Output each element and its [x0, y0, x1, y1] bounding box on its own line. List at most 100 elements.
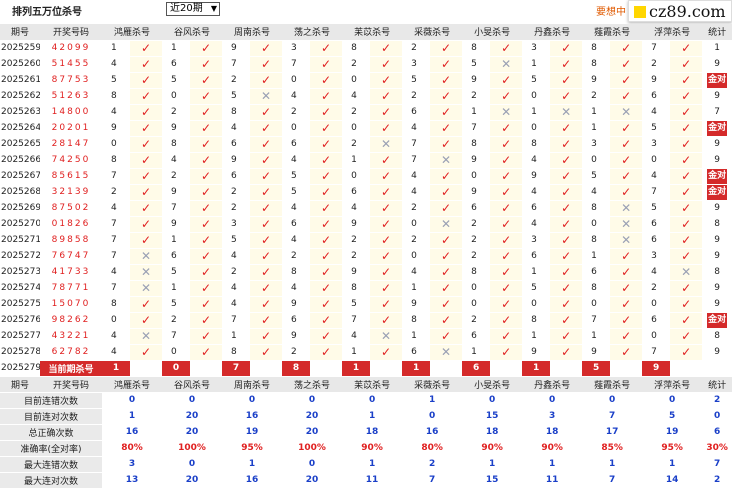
result-mark: ✓	[310, 232, 343, 249]
kill-number: 2	[642, 280, 671, 297]
check-mark-icon: ✓	[621, 137, 632, 151]
result-mark: ✓	[370, 264, 403, 281]
kill-number: 7	[102, 216, 130, 233]
kill-number: 9	[462, 72, 491, 89]
kill-number: 0	[582, 152, 611, 169]
result-mark: ✕	[430, 344, 463, 361]
stat-value: 13	[102, 472, 163, 489]
result-mark: ✓	[130, 136, 163, 153]
check-mark-icon: ✓	[681, 137, 692, 151]
check-mark-icon: ✓	[381, 185, 392, 199]
kill-number: 2	[462, 216, 491, 233]
kill-number: 0	[642, 152, 671, 169]
result-mark: ✓	[490, 264, 523, 281]
result-mark: ✕	[130, 280, 163, 297]
stat-label: 准确率(全对率)	[0, 440, 102, 457]
issue-number: 2025263	[0, 104, 40, 121]
kill-number: 2	[582, 88, 611, 105]
row-stat-value: 9	[714, 203, 721, 213]
check-mark-icon: ✓	[321, 313, 332, 327]
check-mark-icon: ✓	[561, 185, 572, 199]
check-mark-icon: ✓	[200, 41, 212, 55]
check-mark-icon: ✓	[381, 345, 392, 359]
stat-value: 0	[162, 456, 223, 473]
check-mark-icon: ✓	[561, 345, 572, 359]
spacer-cell	[370, 360, 403, 377]
check-mark-icon: ✓	[561, 281, 572, 295]
result-mark: ✓	[610, 264, 643, 281]
check-mark-icon: ✓	[621, 265, 632, 279]
result-mark: ✓	[310, 56, 343, 73]
check-mark-icon: ✓	[561, 153, 572, 167]
result-mark: ✓	[430, 104, 463, 121]
kill-number: 2	[462, 312, 491, 329]
draw-number: 41733	[40, 264, 102, 281]
stat-label: 最大连对次数	[0, 472, 102, 489]
column-header: 苿苡杀号	[342, 24, 403, 41]
kill-number: 1	[462, 344, 491, 361]
check-mark-icon: ✓	[621, 345, 632, 359]
check-mark-icon: ✓	[441, 73, 452, 87]
result-mark: ✓	[130, 216, 163, 233]
kill-number: 4	[222, 248, 251, 265]
check-mark-icon: ✓	[681, 73, 692, 87]
result-mark: ✓	[370, 296, 403, 313]
check-mark-icon: ✓	[381, 297, 392, 311]
check-mark-icon: ✓	[441, 313, 452, 327]
result-mark: ✓	[130, 104, 163, 121]
result-mark: ✓	[670, 40, 703, 57]
check-mark-icon: ✓	[261, 137, 272, 151]
column-header: 统计	[702, 24, 732, 41]
kill-number: 9	[162, 184, 191, 201]
result-mark: ✓	[670, 88, 703, 105]
result-mark: ✓	[490, 296, 523, 313]
stat-total: 2	[702, 472, 732, 489]
stat-value: 1	[462, 456, 523, 473]
kill-number: 4	[102, 56, 130, 73]
column-header: 谷风杀号	[162, 376, 223, 393]
ad-text[interactable]: 要想中	[596, 3, 626, 18]
check-mark-icon: ✓	[140, 73, 152, 87]
check-mark-icon: ✓	[321, 121, 332, 135]
result-mark: ✓	[370, 168, 403, 185]
kill-number: 7	[102, 168, 130, 185]
check-mark-icon: ✓	[501, 265, 512, 279]
issue-number: 2025260	[0, 56, 40, 73]
row-stat: 8	[702, 328, 732, 345]
stat-row: 准确率(全对率) 80% 100% 95% 100% 90% 80% 90% 90% 85% 95%…	[0, 440, 732, 457]
kill-number: 9	[582, 344, 611, 361]
kill-number: 0	[462, 280, 491, 297]
result-mark: ✓	[610, 344, 643, 361]
stat-value: 0	[162, 392, 223, 409]
kill-number: 0	[522, 120, 551, 137]
result-mark: ✓	[310, 200, 343, 217]
row-stat-value: 8	[714, 267, 721, 277]
check-mark-icon: ✓	[501, 185, 512, 199]
kill-number: 4	[102, 344, 130, 361]
result-mark: ✓	[670, 312, 703, 329]
row-stat-value: 9	[714, 299, 721, 309]
result-mark: ✓	[190, 248, 223, 265]
column-header: 谷风杀号	[162, 24, 223, 41]
kill-number: 4	[522, 152, 551, 169]
result-mark: ✓	[670, 344, 703, 361]
kill-number: 1	[462, 104, 491, 121]
check-mark-icon: ✓	[681, 201, 692, 215]
kill-number: 1	[582, 120, 611, 137]
kill-number: 7	[162, 200, 191, 217]
stat-row: 最大连对次数 13 20 16 20 11 7 15 11 7 14 2	[0, 472, 732, 489]
kill-number: 5	[522, 280, 551, 297]
kill-number: 9	[402, 296, 431, 313]
result-mark: ✓	[610, 168, 643, 185]
site-logo[interactable]: cz89.com	[628, 0, 732, 22]
kill-number: 5	[522, 72, 551, 89]
result-mark: ✓	[550, 88, 583, 105]
result-mark: ✓	[610, 328, 643, 345]
check-mark-icon: ✓	[261, 265, 272, 279]
gold-badge: 金对	[707, 120, 728, 135]
issue-number: 2025275	[0, 296, 40, 313]
stat-total: 2	[702, 392, 732, 409]
issue-number: 2025278	[0, 344, 40, 361]
kill-number: 2	[162, 168, 191, 185]
period-select[interactable]: 近20期 ▼	[166, 2, 220, 16]
